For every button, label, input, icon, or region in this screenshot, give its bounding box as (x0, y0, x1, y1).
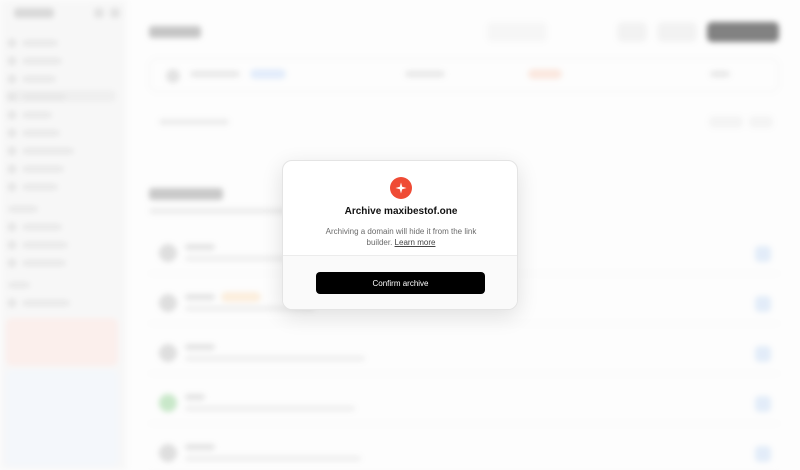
modal-header: Archive maxibestof.one Archiving a domai… (283, 161, 517, 256)
modal-title: Archive maxibestof.one (344, 206, 458, 217)
sparkle-icon (390, 177, 412, 199)
learn-more-link[interactable]: Learn more (395, 238, 436, 247)
modal-footer: Confirm archive (283, 256, 517, 309)
archive-domain-modal: Archive maxibestof.one Archiving a domai… (282, 160, 518, 310)
confirm-archive-button[interactable]: Confirm archive (316, 272, 485, 294)
modal-description: Archiving a domain will hide it from the… (313, 226, 489, 248)
